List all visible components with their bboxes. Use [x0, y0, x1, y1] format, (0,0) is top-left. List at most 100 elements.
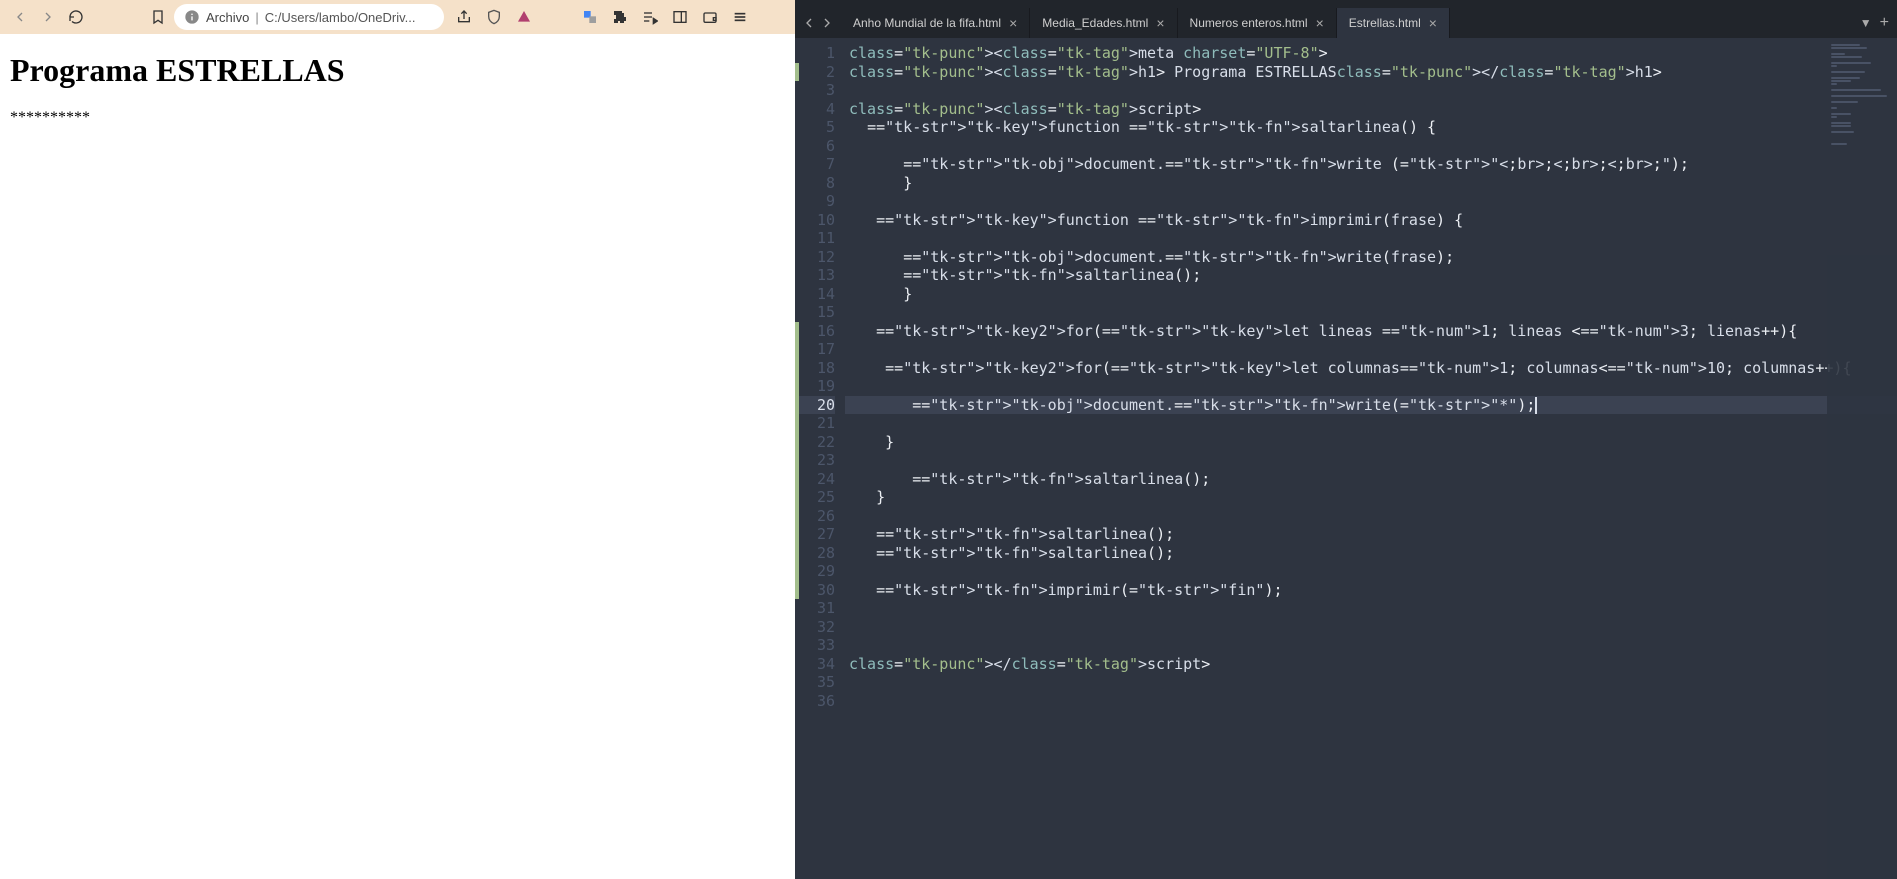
share-icon[interactable]	[452, 5, 476, 29]
code-editor-window: Anho Mundial de la fifa.html×Media_Edade…	[795, 0, 1897, 879]
line-number: 20	[795, 396, 835, 415]
translate-icon[interactable]	[578, 5, 602, 29]
code-line[interactable]: =="tk-str">"tk-key2">for(=="tk-str">"tk-…	[845, 359, 1897, 378]
code-line[interactable]: }	[845, 433, 1897, 452]
code-line[interactable]: =="tk-str">"tk-fn">imprimir(="tk-str">"f…	[845, 581, 1897, 600]
code-line[interactable]: =="tk-str">"tk-obj">document.=="tk-str">…	[845, 155, 1897, 174]
code-line[interactable]: =="tk-str">"tk-fn">saltarlinea();	[845, 470, 1897, 489]
minimap[interactable]	[1827, 38, 1897, 879]
line-number: 19	[795, 377, 835, 396]
close-icon[interactable]: ×	[1316, 15, 1324, 31]
code-line[interactable]: =="tk-str">"tk-key2">for(=="tk-str">"tk-…	[845, 322, 1897, 341]
close-icon[interactable]: ×	[1429, 15, 1437, 31]
line-number: 29	[795, 562, 835, 581]
sidebar-icon[interactable]	[668, 5, 692, 29]
code-line[interactable]: =="tk-str">"tk-fn">saltarlinea();	[845, 525, 1897, 544]
code-line[interactable]: =="tk-str">"tk-obj">document.=="tk-str">…	[845, 248, 1897, 267]
line-number-gutter: 1234567891011121314151617181920212223242…	[795, 38, 845, 879]
page-heading: Programa ESTRELLAS	[10, 52, 785, 89]
code-line[interactable]	[845, 562, 1897, 581]
code-line[interactable]	[845, 618, 1897, 637]
code-line[interactable]	[845, 451, 1897, 470]
code-line[interactable]	[845, 673, 1897, 692]
editor-tab[interactable]: Estrellas.html×	[1337, 8, 1450, 38]
line-number: 4	[795, 100, 835, 119]
info-icon	[184, 9, 200, 25]
line-number: 16	[795, 322, 835, 341]
line-number: 27	[795, 525, 835, 544]
code-line[interactable]: =="tk-str">"tk-key">function =="tk-str">…	[845, 211, 1897, 230]
tab-label: Numeros enteros.html	[1190, 16, 1308, 30]
line-number: 12	[795, 248, 835, 267]
extensions-icon[interactable]	[608, 5, 632, 29]
line-number: 5	[795, 118, 835, 137]
code-line[interactable]: =="tk-str">"tk-fn">saltarlinea();	[845, 266, 1897, 285]
code-line[interactable]	[845, 599, 1897, 618]
brave-rewards-icon[interactable]	[512, 5, 536, 29]
code-line[interactable]: }	[845, 488, 1897, 507]
line-number: 26	[795, 507, 835, 526]
code-line[interactable]	[845, 81, 1897, 100]
code-line[interactable]	[845, 229, 1897, 248]
editor-menu-bar[interactable]	[795, 0, 1897, 8]
code-line[interactable]: class="tk-punc"><class="tk-tag">meta cha…	[845, 44, 1897, 63]
code-line[interactable]: }	[845, 174, 1897, 193]
line-number: 35	[795, 673, 835, 692]
editor-tab[interactable]: Media_Edades.html×	[1030, 8, 1177, 38]
line-number: 31	[795, 599, 835, 618]
line-number: 11	[795, 229, 835, 248]
code-line[interactable]: =="tk-str">"tk-key">function =="tk-str">…	[845, 118, 1897, 137]
code-line[interactable]: class="tk-punc"><class="tk-tag">h1> Prog…	[845, 63, 1897, 82]
code-line[interactable]: }	[845, 285, 1897, 304]
line-number: 10	[795, 211, 835, 230]
playlist-icon[interactable]	[638, 5, 662, 29]
code-line[interactable]	[845, 414, 1897, 433]
back-icon[interactable]	[8, 5, 32, 29]
code-line[interactable]: =="tk-str">"tk-fn">saltarlinea();	[845, 544, 1897, 563]
code-line[interactable]	[845, 692, 1897, 711]
line-number: 30	[795, 581, 835, 600]
menu-icon[interactable]	[728, 5, 752, 29]
close-icon[interactable]: ×	[1009, 15, 1017, 31]
editor-tab-bar: Anho Mundial de la fifa.html×Media_Edade…	[795, 8, 1897, 38]
forward-icon[interactable]	[36, 5, 60, 29]
tab-dropdown-icon[interactable]: ▼	[1860, 16, 1872, 30]
browser-window: Archivo | C:/Users/lambo/OneDriv...	[0, 0, 795, 879]
editor-tab[interactable]: Numeros enteros.html ×	[1178, 8, 1337, 38]
code-area[interactable]: class="tk-punc"><class="tk-tag">meta cha…	[845, 38, 1897, 879]
code-line[interactable]: class="tk-punc"></class="tk-tag">script​…	[845, 655, 1897, 674]
code-line[interactable]	[845, 636, 1897, 655]
tab-prev-icon[interactable]	[801, 15, 817, 31]
line-number: 14	[795, 285, 835, 304]
tab-next-icon[interactable]	[819, 15, 835, 31]
code-line[interactable]	[845, 137, 1897, 156]
line-number: 3	[795, 81, 835, 100]
line-number: 24	[795, 470, 835, 489]
close-icon[interactable]: ×	[1156, 15, 1164, 31]
code-line[interactable]	[845, 192, 1897, 211]
line-number: 32	[795, 618, 835, 637]
editor-tab[interactable]: Anho Mundial de la fifa.html×	[841, 8, 1030, 38]
reload-icon[interactable]	[64, 5, 88, 29]
address-scheme: Archivo	[206, 10, 249, 25]
tab-nav[interactable]	[795, 8, 841, 38]
address-bar[interactable]: Archivo | C:/Users/lambo/OneDriv...	[174, 4, 444, 30]
code-line[interactable]	[845, 377, 1897, 396]
brave-shield-icon[interactable]	[482, 5, 506, 29]
code-line[interactable]: =="tk-str">"tk-obj">document.=="tk-str">…	[845, 396, 1897, 415]
browser-toolbar: Archivo | C:/Users/lambo/OneDriv...	[0, 0, 795, 34]
line-number: 15	[795, 303, 835, 322]
line-number: 6	[795, 137, 835, 156]
bookmark-icon[interactable]	[146, 5, 170, 29]
line-number: 22	[795, 433, 835, 452]
new-tab-icon[interactable]: +	[1880, 14, 1889, 32]
editor-body[interactable]: 1234567891011121314151617181920212223242…	[795, 38, 1897, 879]
line-number: 34	[795, 655, 835, 674]
code-line[interactable]	[845, 303, 1897, 322]
line-number: 13	[795, 266, 835, 285]
wallet-icon[interactable]	[698, 5, 722, 29]
code-line[interactable]: class="tk-punc"><class="tk-tag">script>	[845, 100, 1897, 119]
line-number: 33	[795, 636, 835, 655]
code-line[interactable]	[845, 340, 1897, 359]
code-line[interactable]	[845, 507, 1897, 526]
